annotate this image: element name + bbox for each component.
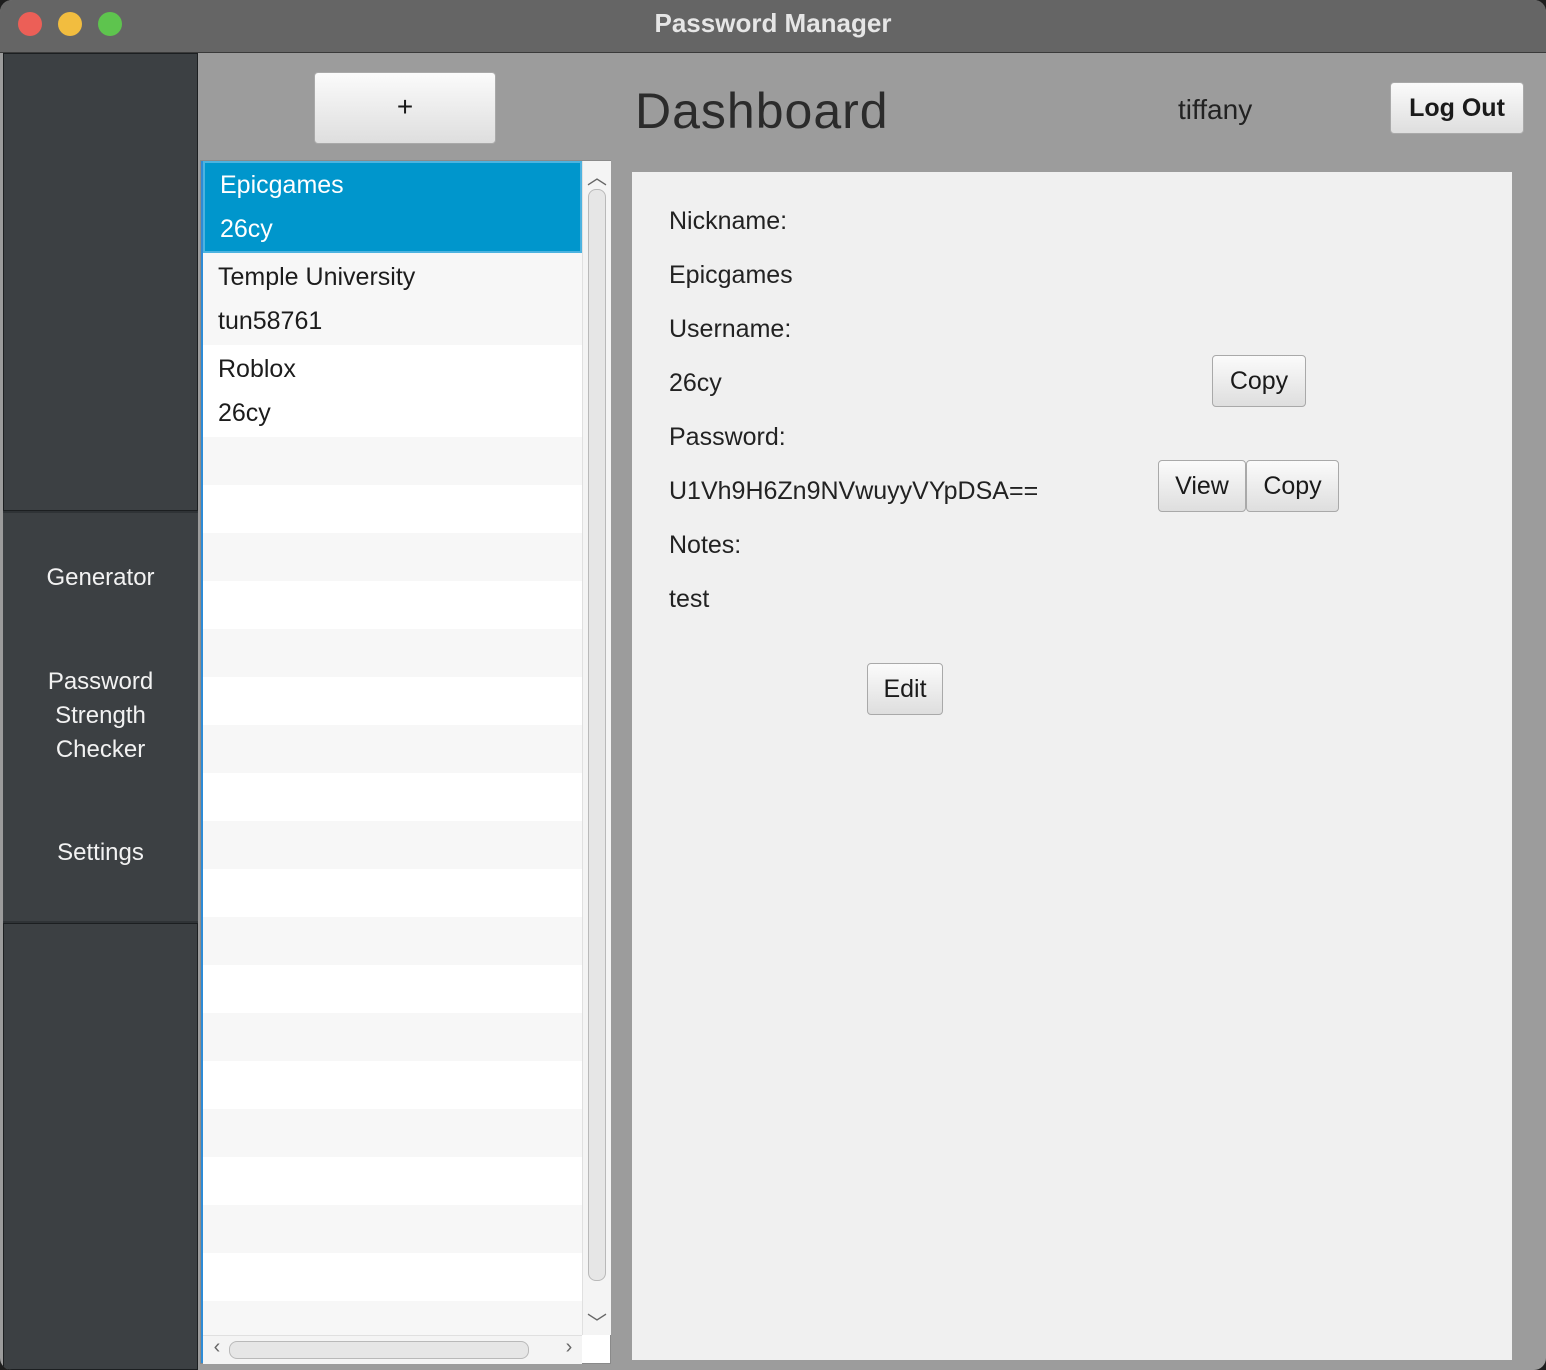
username-value: 26cy	[669, 369, 722, 397]
entry-nickname: Epicgames	[220, 171, 344, 199]
vertical-scroll-thumb[interactable]	[588, 189, 606, 1281]
logout-button[interactable]: Log Out	[1390, 82, 1524, 134]
empty-list-row	[203, 1109, 582, 1157]
sidebar: Generator Password Strength Checker Sett…	[3, 53, 198, 1370]
chevron-right-icon[interactable]: ›	[555, 1336, 583, 1359]
chevron-left-icon[interactable]: ‹	[203, 1336, 231, 1359]
sidebar-nav: Generator Password Strength Checker Sett…	[3, 513, 198, 921]
horizontal-scrollbar[interactable]: ‹ ›	[203, 1335, 582, 1364]
title-bar: Password Manager	[0, 0, 1546, 53]
empty-list-row	[203, 629, 582, 677]
entry-detail-panel: Nickname: Epicgames Username: 26cy Copy …	[632, 172, 1512, 1360]
empty-list-row	[203, 821, 582, 869]
empty-list-row	[203, 677, 582, 725]
window-title: Password Manager	[654, 8, 892, 38]
empty-list-row	[203, 1301, 582, 1335]
sidebar-item-generator[interactable]: Generator	[3, 561, 198, 595]
empty-list-row	[203, 1013, 582, 1061]
current-username: tiffany	[1178, 94, 1253, 125]
entry-nickname: Roblox	[218, 355, 296, 383]
vertical-scrollbar[interactable]: ︿ ﹀	[582, 161, 611, 1335]
empty-list-row	[203, 437, 582, 485]
copy-password-button[interactable]: Copy	[1246, 460, 1339, 512]
empty-list-row	[203, 1061, 582, 1109]
password-value: U1Vh9H6Zn9NVwuyyVYpDSA==	[669, 477, 1039, 505]
entry-list-rows: Epicgames 26cy Temple University tun5876…	[203, 161, 582, 1335]
list-item[interactable]: Temple University tun58761	[203, 253, 582, 345]
empty-list-row	[203, 917, 582, 965]
username-label: Username:	[669, 315, 792, 343]
entry-username: tun58761	[218, 307, 323, 335]
empty-list-row	[203, 725, 582, 773]
sidebar-bottom-panel	[3, 923, 198, 1370]
view-password-button[interactable]: View	[1158, 460, 1246, 512]
chevron-down-icon[interactable]: ﹀	[583, 1307, 611, 1336]
sidebar-top-panel	[3, 53, 198, 511]
entry-username: 26cy	[218, 399, 271, 427]
list-item[interactable]: Roblox 26cy	[203, 345, 582, 437]
app-window: Password Manager Generator Password Stre…	[0, 0, 1546, 1370]
add-entry-button[interactable]: +	[314, 72, 496, 144]
list-item[interactable]: Epicgames 26cy	[203, 161, 582, 253]
nickname-value: Epicgames	[669, 261, 793, 289]
entry-username: 26cy	[220, 215, 273, 243]
notes-label: Notes:	[669, 531, 742, 559]
empty-list-row	[203, 965, 582, 1013]
nickname-label: Nickname:	[669, 207, 788, 235]
entry-list[interactable]: Epicgames 26cy Temple University tun5876…	[200, 160, 611, 1364]
sidebar-item-password-strength-checker[interactable]: Password Strength Checker	[3, 665, 198, 767]
empty-list-row	[203, 1253, 582, 1301]
entry-nickname: Temple University	[218, 263, 416, 291]
edit-button[interactable]: Edit	[867, 663, 943, 715]
page-title: Dashboard	[635, 83, 889, 139]
copy-username-button[interactable]: Copy	[1212, 355, 1306, 407]
empty-list-row	[203, 533, 582, 581]
empty-list-row	[203, 581, 582, 629]
password-label: Password:	[669, 423, 786, 451]
horizontal-scroll-thumb[interactable]	[229, 1341, 529, 1359]
empty-list-row	[203, 773, 582, 821]
empty-list-row	[203, 869, 582, 917]
sidebar-item-settings[interactable]: Settings	[3, 836, 198, 870]
empty-list-row	[203, 485, 582, 533]
chevron-up-icon[interactable]: ︿	[583, 161, 611, 190]
empty-list-row	[203, 1205, 582, 1253]
notes-value: test	[669, 585, 710, 613]
empty-list-row	[203, 1157, 582, 1205]
